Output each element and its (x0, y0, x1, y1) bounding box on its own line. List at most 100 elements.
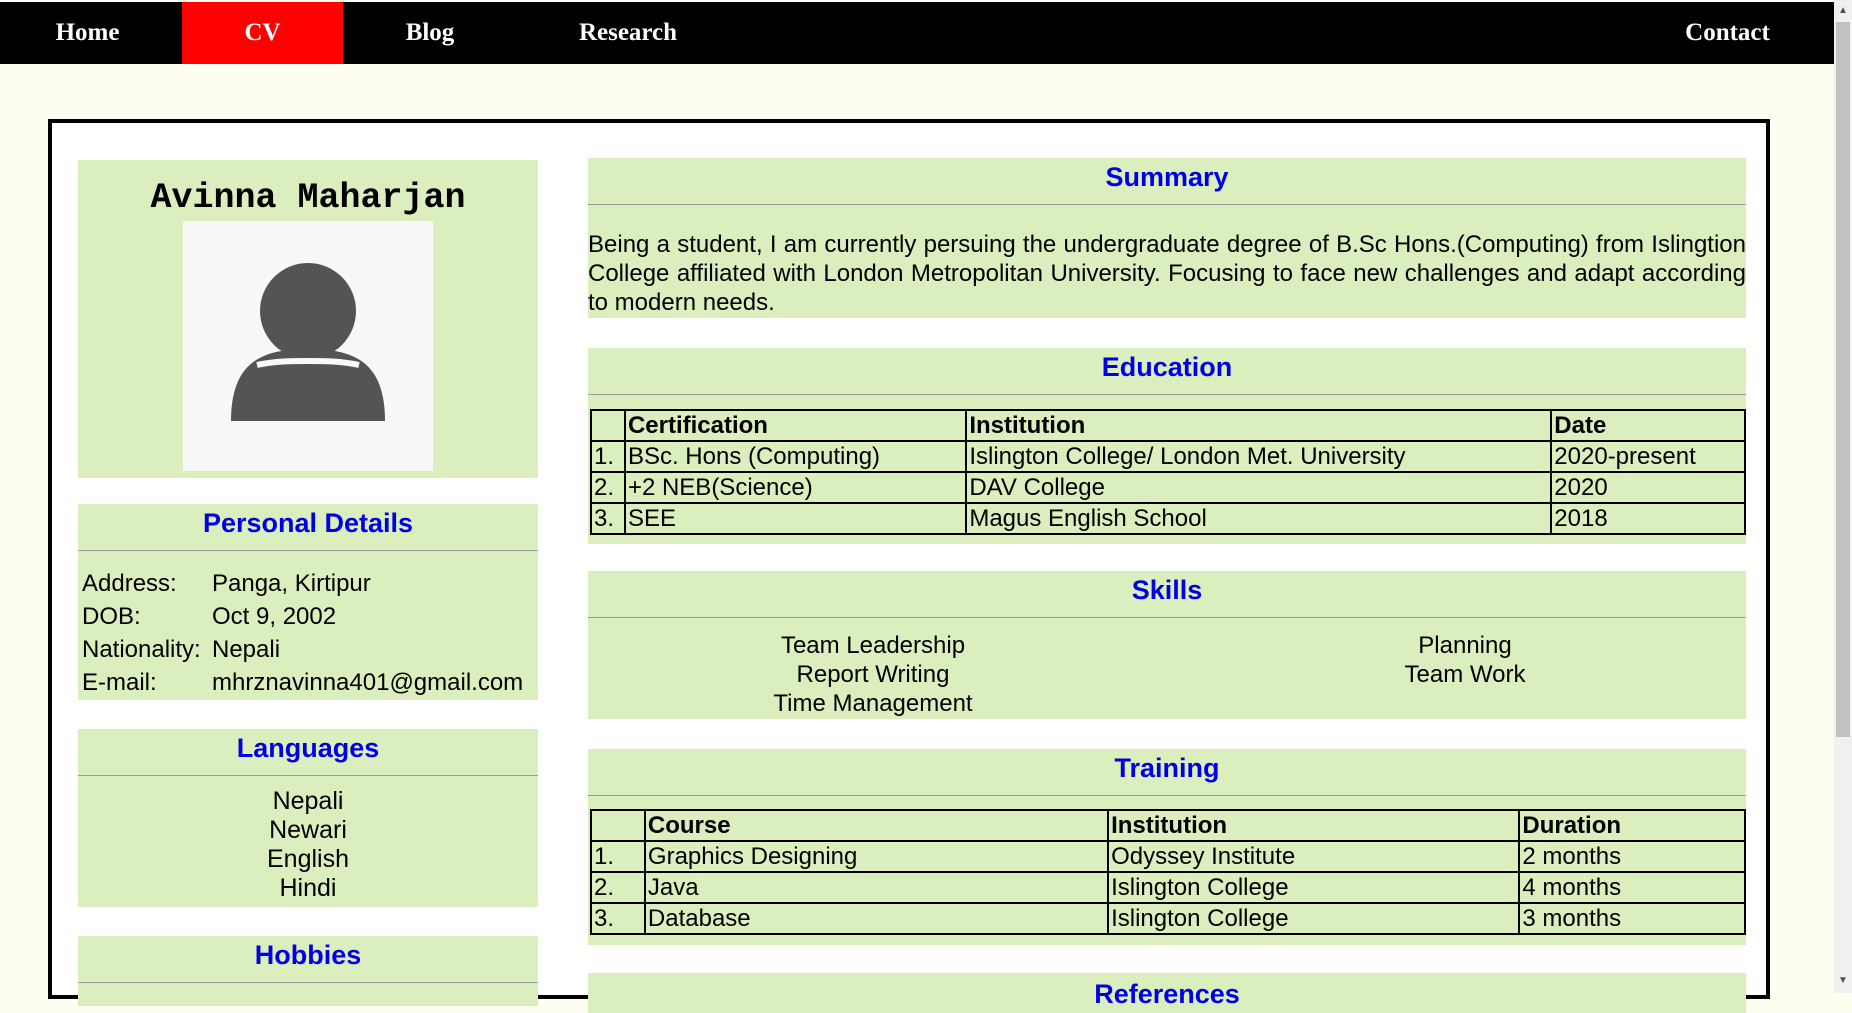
detail-label: DOB: (82, 603, 141, 630)
table-cell: 1. (590, 440, 626, 473)
nav-research[interactable]: Research (560, 2, 696, 64)
table-cell: +2 NEB(Science) (623, 471, 968, 504)
profile-panel: Avinna Maharjan (78, 160, 538, 478)
table-cell: Database (643, 902, 1110, 935)
table-header-row: Course Institution Duration (590, 809, 1746, 842)
skills-right-list: Planning Team Work (1320, 631, 1610, 689)
personal-details-panel: Personal Details Address: Panga, Kirtipu… (78, 504, 538, 700)
language-item: Hindi (279, 874, 337, 902)
table-cell: 2. (590, 471, 626, 504)
detail-label: Nationality: (82, 636, 201, 663)
references-heading: References (1094, 979, 1240, 1009)
header-cell: Date (1550, 409, 1746, 442)
nav-cv[interactable]: CV (182, 2, 343, 64)
summary-panel: Summary Being a student, I am currently … (588, 158, 1746, 318)
detail-label: E-mail: (82, 669, 157, 696)
divider (78, 775, 538, 776)
header-cell: Institution (1107, 809, 1521, 842)
profile-name: Avinna Maharjan (150, 178, 466, 218)
hobbies-panel: Hobbies (78, 936, 538, 1006)
training-heading: Training (1114, 753, 1220, 783)
divider (78, 550, 538, 551)
nav-contact[interactable]: Contact (1660, 2, 1795, 64)
divider (588, 617, 1746, 618)
skills-heading: Skills (1131, 575, 1203, 605)
table-cell: 2. (590, 871, 646, 904)
table-cell: 4 months (1518, 871, 1746, 904)
summary-text: Being a student, I am currently persuing… (588, 231, 1746, 316)
language-item: Nepali (272, 787, 344, 815)
skill-item: Planning (1418, 632, 1512, 659)
cv-frame: Avinna Maharjan Personal Details Address… (48, 119, 1770, 1013)
personal-details-heading: Personal Details (202, 508, 414, 538)
top-navigation: Home CV Blog Research Contact (0, 2, 1834, 64)
header-cell: Certification (623, 409, 968, 442)
table-cell: Islington College (1107, 902, 1521, 935)
training-table: Course Institution Duration 1. Graphics … (590, 809, 1746, 935)
table-cell: Magus English School (965, 502, 1553, 535)
language-item: English (267, 845, 349, 873)
skill-item: Team Work (1404, 661, 1526, 688)
divider (78, 982, 538, 983)
table-row: 3. Database Islington College 3 months (590, 902, 1746, 935)
skills-panel: Skills Team Leadership Report Writing Ti… (588, 571, 1746, 719)
profile-photo (183, 221, 433, 471)
skill-item: Time Management (773, 690, 973, 717)
references-panel: References (588, 973, 1746, 1013)
table-cell: 2018 (1550, 502, 1746, 535)
skills-left-list: Team Leadership Report Writing Time Mana… (728, 631, 1018, 718)
table-cell: 2020 (1550, 471, 1746, 504)
divider (588, 204, 1746, 205)
hobbies-heading: Hobbies (254, 940, 362, 970)
education-table: Certification Institution Date 1. BSc. H… (590, 409, 1746, 535)
skill-item: Report Writing (796, 661, 950, 688)
vertical-scrollbar[interactable]: ▲ ▼ (1834, 0, 1852, 993)
table-cell: 3 months (1518, 902, 1746, 935)
table-row: 2. Java Islington College 4 months (590, 871, 1746, 904)
header-cell: Institution (965, 409, 1553, 442)
table-cell: SEE (623, 502, 968, 535)
table-cell: DAV College (965, 471, 1553, 504)
detail-value: Oct 9, 2002 (212, 603, 337, 630)
table-cell: 1. (590, 840, 646, 873)
detail-value: Nepali (212, 636, 281, 663)
header-cell (590, 809, 646, 842)
table-cell: Java (643, 871, 1110, 904)
table-cell: 3. (590, 902, 646, 935)
detail-label: Address: (82, 570, 177, 597)
table-cell: 2020-present (1550, 440, 1746, 473)
table-header-row: Certification Institution Date (590, 409, 1746, 442)
detail-value: Panga, Kirtipur (212, 570, 371, 597)
table-cell: Islington College/ London Met. Universit… (965, 440, 1553, 473)
scrollbar-thumb[interactable] (1836, 22, 1850, 737)
header-cell: Course (643, 809, 1110, 842)
table-row: 3. SEE Magus English School 2018 (590, 502, 1746, 535)
languages-heading: Languages (236, 733, 380, 763)
summary-heading: Summary (1105, 162, 1229, 192)
header-cell: Duration (1518, 809, 1746, 842)
table-cell: Graphics Designing (643, 840, 1110, 873)
scroll-down-arrow-icon[interactable]: ▼ (1834, 972, 1852, 990)
language-item: Newari (269, 816, 347, 844)
email-link[interactable]: mhrznavinna401@gmail.com (212, 669, 523, 697)
scroll-up-arrow-icon[interactable]: ▲ (1834, 2, 1852, 20)
divider (588, 795, 1746, 796)
table-cell: Odyssey Institute (1107, 840, 1521, 873)
divider (588, 394, 1746, 395)
table-row: 1. BSc. Hons (Computing) Islington Colle… (590, 440, 1746, 473)
nav-home[interactable]: Home (0, 2, 175, 64)
table-row: 2. +2 NEB(Science) DAV College 2020 (590, 471, 1746, 504)
table-cell: 3. (590, 502, 626, 535)
table-cell: BSc. Hons (Computing) (623, 440, 968, 473)
education-panel: Education Certification Institution Date… (588, 348, 1746, 544)
nav-blog[interactable]: Blog (350, 2, 510, 64)
user-avatar-icon (231, 263, 385, 421)
languages-list: Nepali Newari English Hindi (78, 787, 538, 903)
education-heading: Education (1101, 352, 1233, 382)
training-panel: Training Course Institution Duration 1. … (588, 749, 1746, 945)
languages-panel: Languages Nepali Newari English Hindi (78, 729, 538, 907)
table-row: 1. Graphics Designing Odyssey Institute … (590, 840, 1746, 873)
header-cell (590, 409, 626, 442)
table-cell: Islington College (1107, 871, 1521, 904)
skill-item: Team Leadership (780, 632, 966, 659)
